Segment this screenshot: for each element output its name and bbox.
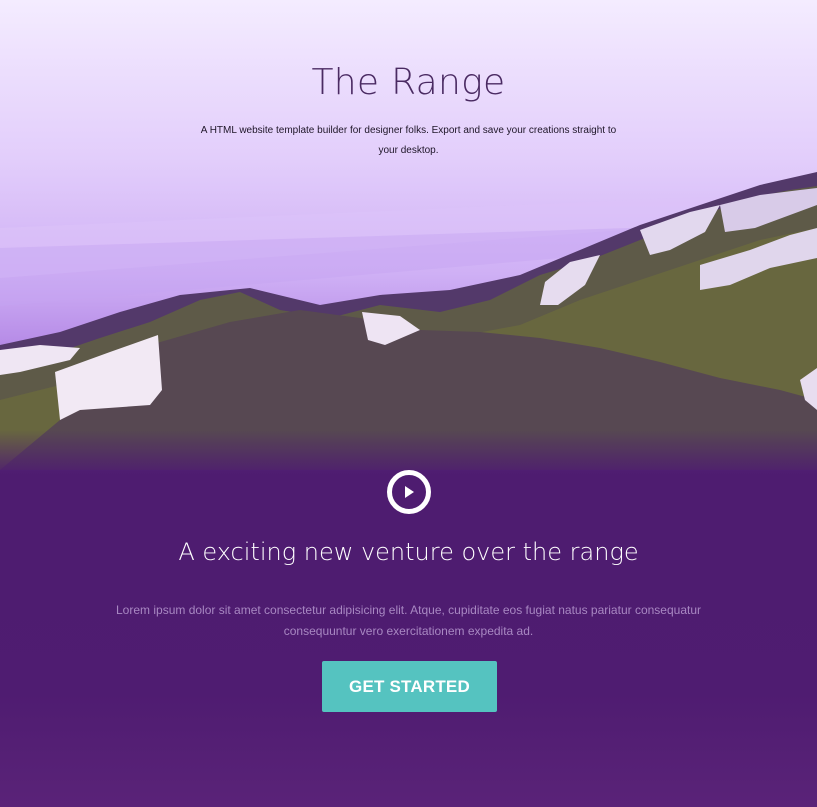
play-icon [405,486,414,498]
play-button[interactable] [387,470,431,514]
section-heading: A exciting new venture over the range [178,538,639,566]
get-started-button[interactable]: GET STARTED [322,661,497,712]
hero-subtitle: A HTML website template builder for desi… [200,125,617,156]
section-body-text: Lorem ipsum dolor sit amet consectetur a… [116,603,701,638]
hero-section: The Range A HTML website template builde… [0,0,817,807]
hero-title: The Range [311,62,506,103]
